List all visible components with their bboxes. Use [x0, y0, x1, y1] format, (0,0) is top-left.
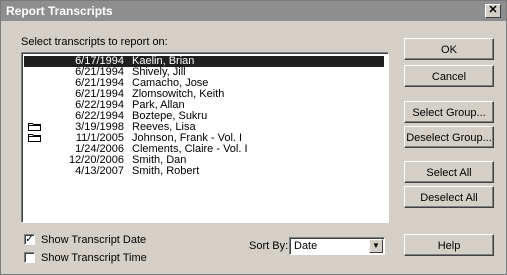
folder-icon — [28, 123, 41, 131]
folder-icon — [28, 134, 41, 142]
report-transcripts-dialog: Report Transcripts ✕ Select transcripts … — [0, 0, 507, 275]
transcript-name: Smith, Robert — [132, 165, 200, 177]
select-all-button[interactable]: Select All — [404, 161, 494, 183]
ok-button[interactable]: OK — [404, 38, 494, 60]
transcript-date: 4/13/2007 — [75, 165, 124, 177]
chevron-down-icon[interactable]: ▼ — [369, 239, 383, 253]
window-title: Report Transcripts — [6, 4, 113, 18]
show-time-label: Show Transcript Time — [41, 252, 147, 264]
list-label: Select transcripts to report on: — [21, 36, 168, 48]
deselect-all-button[interactable]: Deselect All — [404, 186, 494, 208]
deselect-group-button[interactable]: Deselect Group... — [404, 126, 494, 148]
sort-by-value: Date — [294, 240, 318, 252]
list-item[interactable]: 4/13/2007 Smith, Robert — [24, 166, 384, 177]
close-icon[interactable]: ✕ — [485, 4, 501, 18]
sort-by-label: Sort By: — [249, 240, 289, 252]
help-button[interactable]: Help — [404, 234, 494, 256]
select-group-button[interactable]: Select Group... — [404, 101, 494, 123]
transcript-list[interactable]: 6/17/1994 Kaelin, Brian 6/21/1994 Shively, … — [21, 52, 389, 223]
show-date-checkbox[interactable]: ✓ — [24, 234, 35, 245]
sort-by-select[interactable]: Date ▼ — [289, 237, 385, 255]
title-bar: Report Transcripts ✕ — [1, 1, 506, 21]
cancel-button[interactable]: Cancel — [404, 65, 494, 87]
show-time-checkbox[interactable] — [24, 252, 35, 263]
show-date-label: Show Transcript Date — [41, 234, 147, 246]
